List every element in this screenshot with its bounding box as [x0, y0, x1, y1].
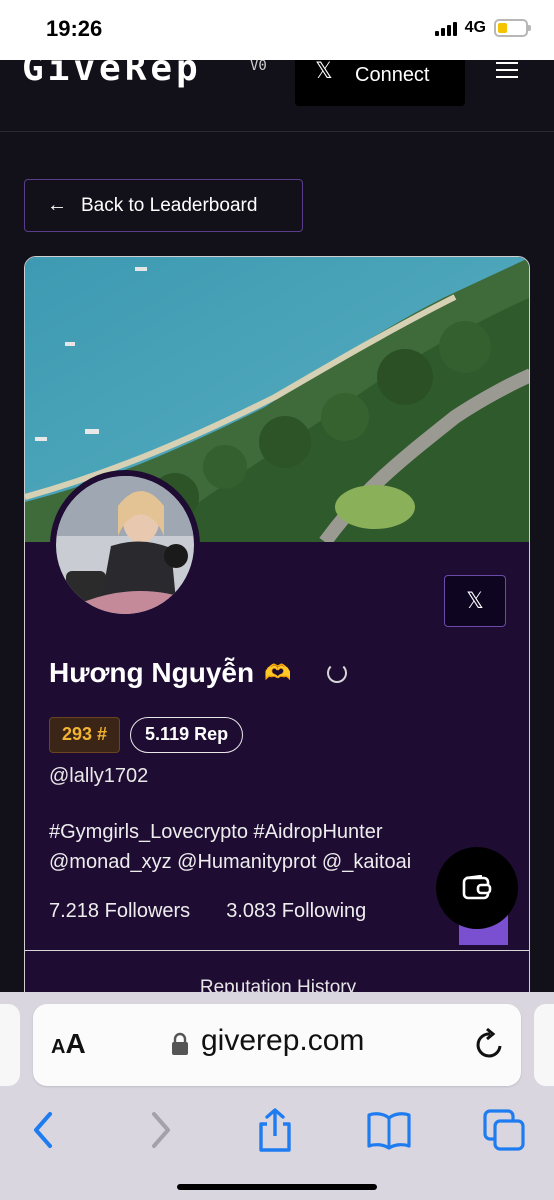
- url-text: giverep.com: [201, 1024, 365, 1057]
- connect-x-button[interactable]: 𝕏 Connect: [295, 60, 465, 106]
- site-header: GiveRep V0 𝕏 Connect: [0, 60, 554, 132]
- reload-icon[interactable]: [473, 1026, 507, 1062]
- lock-icon: [172, 1032, 188, 1055]
- following-count: 3.083 Following: [226, 900, 367, 922]
- cellular-signal-icon: [434, 20, 457, 36]
- share-icon[interactable]: [252, 1108, 298, 1152]
- back-icon[interactable]: [22, 1108, 68, 1152]
- heart-hands-emoji: 🫶: [264, 660, 292, 685]
- back-button-label: Back to Leaderboard: [81, 194, 258, 216]
- wallet-button[interactable]: [436, 847, 518, 929]
- browser-toolbar: AA giverep.com: [0, 992, 554, 1200]
- profile-name: Hương Nguyễn: [49, 657, 255, 688]
- address-bar[interactable]: AA giverep.com: [33, 1004, 521, 1086]
- text-size-button[interactable]: AA: [51, 1028, 86, 1060]
- text-size-large-a: A: [65, 1028, 86, 1059]
- next-tab-preview[interactable]: [534, 1004, 554, 1086]
- back-to-leaderboard-button[interactable]: ← Back to Leaderboard: [24, 179, 303, 232]
- battery-icon: [494, 19, 531, 37]
- profile-bio: #Gymgirls_Lovecrypto #AidropHunter @mona…: [49, 817, 449, 877]
- profile-handle: @lally1702: [49, 765, 149, 787]
- status-bar: 19:26 4G: [0, 0, 554, 60]
- previous-tab-preview[interactable]: [0, 1004, 20, 1086]
- forward-icon[interactable]: [138, 1108, 184, 1152]
- bio-line: #Gymgirls_Lovecrypto #AidropHunter: [49, 821, 383, 843]
- x-logo-icon: 𝕏: [466, 588, 484, 613]
- arrow-left-icon: ←: [47, 194, 67, 216]
- home-indicator: [177, 1184, 377, 1190]
- rank-badge: 293 #: [49, 717, 121, 753]
- text-size-small-a: A: [51, 1036, 66, 1058]
- site-logo[interactable]: GiveRep: [22, 60, 202, 89]
- loading-spinner-icon: [327, 663, 348, 683]
- profile-name-row: Hương Nguyễn 🫶: [49, 657, 348, 689]
- bio-line: @monad_xyz @Humanityprot @_kaitoai: [49, 851, 412, 873]
- divider: [25, 950, 529, 951]
- profile-badges: 293 # 5.119 Rep: [49, 717, 244, 753]
- status-indicators: 4G: [434, 19, 531, 37]
- hamburger-menu-icon[interactable]: [496, 62, 518, 78]
- network-type: 4G: [464, 19, 486, 36]
- profile-stats: 7.218 Followers 3.083 Following: [49, 900, 366, 923]
- wallet-icon: [462, 875, 492, 900]
- bookmarks-icon[interactable]: [366, 1108, 412, 1152]
- status-time: 19:26: [46, 16, 103, 41]
- version-badge: V0: [250, 60, 267, 74]
- followers-count: 7.218 Followers: [49, 900, 191, 922]
- rep-badge: 5.119 Rep: [130, 717, 244, 753]
- browser-nav-row: [0, 1100, 554, 1160]
- x-profile-link-button[interactable]: 𝕏: [444, 575, 506, 627]
- x-logo-icon: 𝕏: [315, 60, 333, 83]
- connect-label: Connect: [355, 64, 430, 86]
- profile-avatar: [50, 470, 200, 620]
- tabs-icon[interactable]: [482, 1108, 528, 1152]
